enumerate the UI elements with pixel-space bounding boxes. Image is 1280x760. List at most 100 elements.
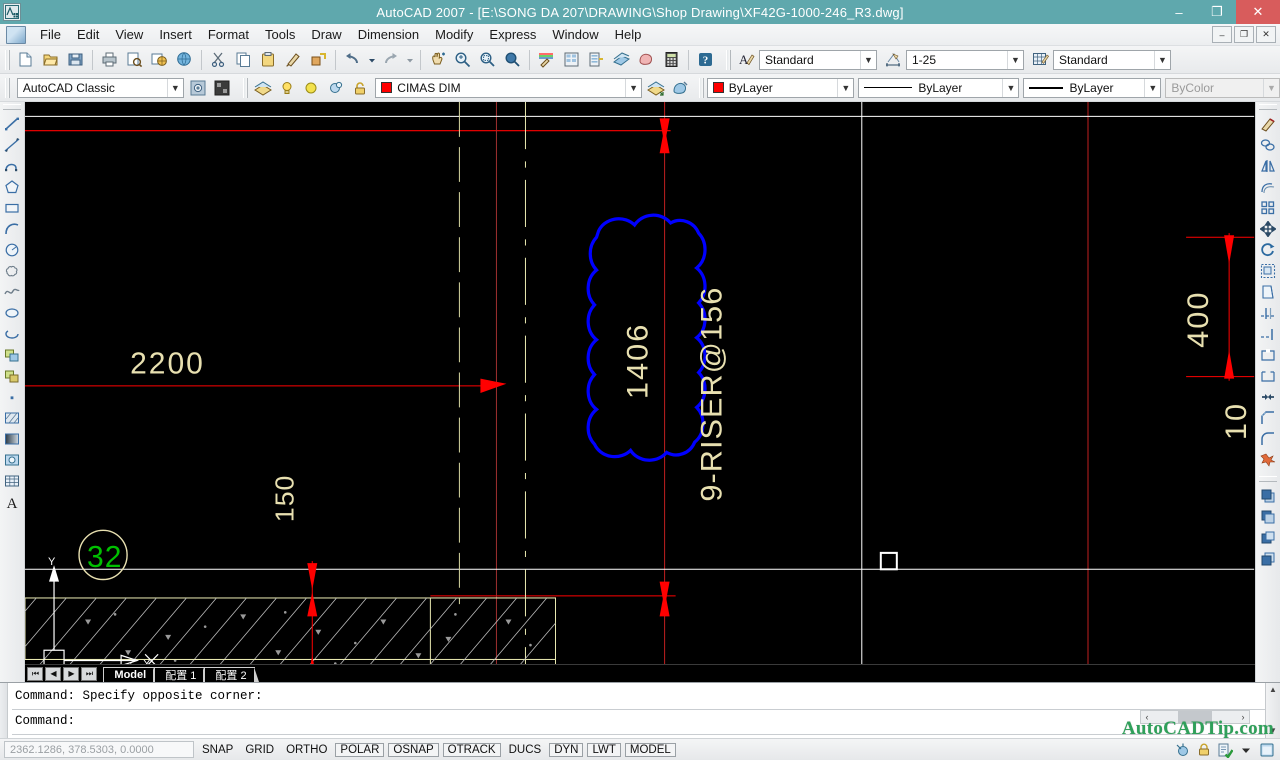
bring-above-object-icon[interactable] <box>1257 527 1279 548</box>
circle-icon[interactable] <box>1 239 23 260</box>
minimize-button[interactable]: – <box>1160 0 1198 24</box>
drawing-viewport[interactable]: Y X <box>25 102 1255 682</box>
send-to-back-icon[interactable] <box>1257 506 1279 527</box>
table-style-combo[interactable]: Standard ▼ <box>1053 49 1171 70</box>
sheet-set-manager-icon[interactable] <box>610 48 633 71</box>
pan-realtime-icon[interactable] <box>426 48 449 71</box>
paste-icon[interactable] <box>257 48 280 71</box>
zoom-realtime-icon[interactable] <box>451 48 474 71</box>
drawing-canvas[interactable]: Y X <box>25 102 1255 685</box>
text-style-combo[interactable]: Standard ▼ <box>759 49 877 70</box>
construction-line-icon[interactable] <box>1 134 23 155</box>
chevron-down-icon[interactable]: ▼ <box>166 78 183 97</box>
menu-dimension[interactable]: Dimension <box>350 25 427 44</box>
chevron-down-icon[interactable]: ▼ <box>1154 50 1170 69</box>
modify-toolbar-grip[interactable] <box>1258 104 1277 110</box>
command-window[interactable]: Command: Specify opposite corner: Comman… <box>0 682 1280 738</box>
undo-icon[interactable] <box>341 48 364 71</box>
menu-view[interactable]: View <box>107 25 151 44</box>
text-style-icon[interactable]: A <box>735 48 758 71</box>
command-window-grip[interactable] <box>0 683 8 738</box>
document-icon[interactable] <box>6 25 26 44</box>
menu-edit[interactable]: Edit <box>69 25 107 44</box>
manage-xrefs-icon[interactable] <box>1195 741 1213 759</box>
layer-previous-icon[interactable] <box>645 76 667 99</box>
help-icon[interactable]: ? <box>694 48 717 71</box>
status-toggle-grid[interactable]: GRID <box>241 743 278 757</box>
multiline-text-icon[interactable]: A <box>1 491 23 512</box>
clean-screen-icon[interactable] <box>1258 741 1276 759</box>
trim-icon[interactable] <box>1257 302 1279 323</box>
linetype-combo[interactable]: ByLayer ▼ <box>858 77 1020 98</box>
chevron-down-icon[interactable]: ▼ <box>837 78 853 97</box>
tool-palettes-icon[interactable] <box>585 48 608 71</box>
maximize-button[interactable]: ❐ <box>1198 0 1236 24</box>
layer-combo[interactable]: CIMAS DIM ▼ <box>375 77 643 98</box>
draw-toolbar-grip[interactable] <box>3 104 22 110</box>
markup-set-manager-icon[interactable] <box>635 48 658 71</box>
dim-style-icon[interactable] <box>882 48 905 71</box>
offset-icon[interactable] <box>1257 176 1279 197</box>
menu-tools[interactable]: Tools <box>257 25 303 44</box>
scrollbar-thumb[interactable] <box>1178 711 1212 723</box>
polyline-icon[interactable] <box>1 155 23 176</box>
status-toggle-osnap[interactable]: OSNAP <box>388 742 439 757</box>
match-properties-icon[interactable] <box>282 48 305 71</box>
tab-layout-2[interactable]: 配置 2 <box>204 666 260 685</box>
break-at-point-icon[interactable] <box>1257 344 1279 365</box>
mirror-icon[interactable] <box>1257 155 1279 176</box>
workspaces-toolbar-grip[interactable] <box>5 77 10 98</box>
status-toggle-lwt[interactable]: LWT <box>587 742 621 757</box>
spline-icon[interactable] <box>1 281 23 302</box>
publish-icon[interactable] <box>148 48 171 71</box>
erase-icon[interactable] <box>1257 113 1279 134</box>
validate-digital-signature-icon[interactable] <box>1216 741 1234 759</box>
layer-on-bulb-icon[interactable] <box>276 76 298 99</box>
layer-freeze-viewport-icon[interactable] <box>325 76 347 99</box>
workspace-combo[interactable]: AutoCAD Classic ▼ <box>16 77 184 98</box>
rotate-icon[interactable] <box>1257 239 1279 260</box>
extend-icon[interactable] <box>1257 323 1279 344</box>
menu-draw[interactable]: Draw <box>303 25 349 44</box>
undo-dropdown-icon[interactable] <box>366 48 377 71</box>
status-toggle-model[interactable]: MODEL <box>624 742 676 757</box>
send-under-object-icon[interactable] <box>1257 548 1279 569</box>
menu-file[interactable]: File <box>32 25 69 44</box>
gradient-icon[interactable] <box>1 428 23 449</box>
menu-window[interactable]: Window <box>544 25 606 44</box>
plot-icon[interactable] <box>98 48 121 71</box>
tray-options-arrow-icon[interactable] <box>1237 741 1255 759</box>
layers-toolbar-grip[interactable] <box>242 77 248 98</box>
menu-modify[interactable]: Modify <box>427 25 481 44</box>
table-icon[interactable] <box>1 470 23 491</box>
close-button[interactable]: ✕ <box>1236 0 1280 24</box>
zoom-previous-icon[interactable] <box>501 48 524 71</box>
scroll-up-arrow-icon[interactable]: ▲ <box>1269 683 1277 697</box>
status-toggle-dyn[interactable]: DYN <box>549 742 584 757</box>
last-layout-button[interactable]: ⏭ <box>81 666 98 681</box>
status-toggle-ortho[interactable]: ORTHO <box>282 743 331 757</box>
hatch-icon[interactable] <box>1 407 23 428</box>
break-icon[interactable] <box>1257 365 1279 386</box>
plot-preview-icon[interactable] <box>123 48 146 71</box>
cut-icon[interactable] <box>207 48 230 71</box>
chevron-down-icon[interactable]: ▼ <box>625 78 641 97</box>
make-block-icon[interactable] <box>1 365 23 386</box>
save-icon[interactable] <box>64 48 87 71</box>
horizontal-scrollbar[interactable]: ‹ › <box>1140 710 1250 724</box>
status-toggle-polar[interactable]: POLAR <box>335 742 385 757</box>
designcenter-icon[interactable] <box>560 48 583 71</box>
polygon-icon[interactable] <box>1 176 23 197</box>
status-toggle-snap[interactable]: SNAP <box>198 743 237 757</box>
ellipse-icon[interactable] <box>1 302 23 323</box>
layer-freeze-sun-icon[interactable] <box>300 76 322 99</box>
dimension-style-combo[interactable]: 1-25 ▼ <box>906 49 1024 70</box>
rectangle-icon[interactable] <box>1 197 23 218</box>
communication-center-icon[interactable] <box>1174 741 1192 759</box>
array-icon[interactable] <box>1257 197 1279 218</box>
redo-dropdown-icon[interactable] <box>404 48 415 71</box>
table-style-icon[interactable] <box>1029 48 1052 71</box>
ellipse-arc-icon[interactable] <box>1 323 23 344</box>
point-icon[interactable] <box>1 386 23 407</box>
document-restore-button[interactable]: ❐ <box>1234 26 1254 43</box>
